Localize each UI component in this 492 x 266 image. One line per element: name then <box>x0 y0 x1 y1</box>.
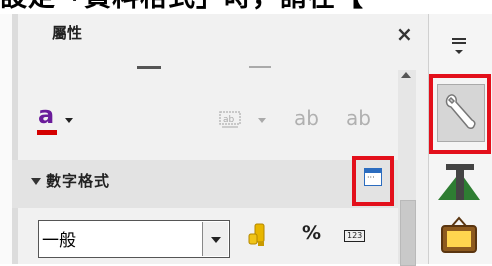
sidebar-menu-icon[interactable] <box>452 38 466 46</box>
divider-dash <box>249 66 271 68</box>
font-color-icon[interactable]: a <box>38 103 54 127</box>
document-banner-text: 設定「資料格式」時，請在【 <box>0 0 492 11</box>
number-format-dropdown-button[interactable] <box>202 222 228 256</box>
font-color-swatch <box>37 130 57 135</box>
ellipsis-icon: ··· <box>367 173 375 182</box>
highlight-text-icon[interactable]: ab <box>218 110 242 130</box>
scroll-up-arrow[interactable] <box>401 72 411 78</box>
text-style-icon[interactable] <box>436 162 482 202</box>
section-title: 數字格式 <box>46 172 111 190</box>
media-icon[interactable] <box>438 214 480 254</box>
close-icon[interactable]: × <box>396 24 413 44</box>
highlight-dropdown-arrow[interactable] <box>258 118 266 123</box>
scroll-thumb[interactable] <box>400 200 416 266</box>
svg-text:ab: ab <box>223 115 235 125</box>
number-icon[interactable]: 123 <box>344 230 366 242</box>
more-options-button[interactable]: ··· <box>364 168 382 186</box>
collapse-triangle-icon[interactable] <box>31 178 41 185</box>
currency-icon[interactable] <box>246 222 268 248</box>
superscript-icon[interactable]: ab <box>294 106 319 130</box>
highlight-box-wrench <box>429 74 491 154</box>
panel-left-border <box>12 14 18 264</box>
percent-icon[interactable]: % <box>302 222 321 244</box>
chevron-down-icon <box>211 237 221 243</box>
number-format-value: 一般 <box>42 231 76 251</box>
minimize-dash <box>137 66 161 69</box>
subscript-icon[interactable]: ab <box>346 106 371 130</box>
sidebar-menu-arrow[interactable] <box>455 50 463 54</box>
font-color-dropdown-arrow[interactable] <box>65 118 73 123</box>
panel-title: 屬性 <box>52 24 83 42</box>
